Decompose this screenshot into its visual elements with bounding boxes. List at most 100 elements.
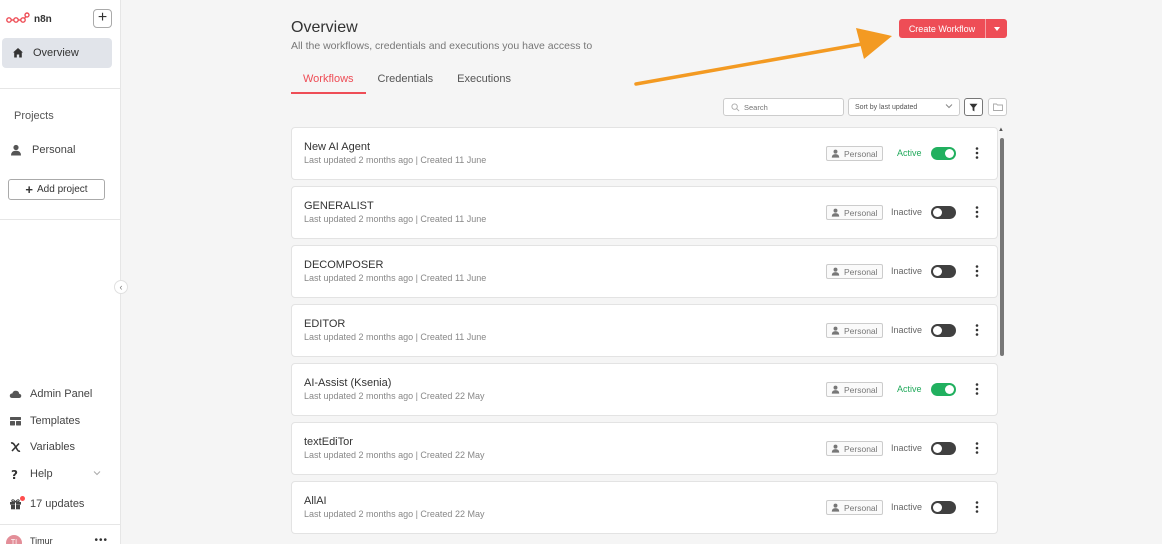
tab-credentials[interactable]: Credentials xyxy=(366,70,446,94)
user-icon xyxy=(831,385,840,394)
sidebar: n8n + Overview Projects Personal + Add p… xyxy=(0,0,128,544)
sidebar-item-templates[interactable]: Templates xyxy=(9,415,80,427)
workflow-card[interactable]: AI-Assist (Ksenia) Last updated 2 months… xyxy=(291,363,998,416)
workflow-card[interactable]: DECOMPOSER Last updated 2 months ago | C… xyxy=(291,245,998,298)
toggle-knob xyxy=(945,149,954,158)
sidebar-item-label: Overview xyxy=(33,47,79,59)
app-window: n8n + Overview Projects Personal + Add p… xyxy=(0,0,1162,544)
workflow-name[interactable]: GENERALIST xyxy=(304,200,374,212)
sidebar-item-admin-panel[interactable]: Admin Panel xyxy=(9,388,92,400)
active-toggle[interactable] xyxy=(931,324,956,337)
owner-badge: Personal xyxy=(826,441,883,456)
active-toggle[interactable] xyxy=(931,501,956,514)
sidebar-item-help[interactable]: ? Help xyxy=(9,468,53,480)
search-icon xyxy=(731,102,740,111)
workflow-list: New AI Agent Last updated 2 months ago |… xyxy=(291,127,998,540)
more-vertical-icon[interactable] xyxy=(974,323,980,337)
status-label: Inactive xyxy=(891,207,923,217)
workflow-name[interactable]: EDITOR xyxy=(304,318,345,330)
owner-badge: Personal xyxy=(826,264,883,279)
owner-label: Personal xyxy=(844,325,878,336)
workflow-name[interactable]: DECOMPOSER xyxy=(304,259,383,271)
owner-badge: Personal xyxy=(826,205,883,220)
active-toggle[interactable] xyxy=(931,383,956,396)
filter-button[interactable] xyxy=(964,98,983,116)
owner-label: Personal xyxy=(844,443,878,454)
sidebar-item-variables[interactable]: Variables xyxy=(9,441,75,453)
more-vertical-icon[interactable] xyxy=(974,382,980,396)
owner-badge: Personal xyxy=(826,382,883,397)
user-icon xyxy=(11,144,21,156)
status-label: Active xyxy=(897,384,922,394)
workflow-card[interactable]: AllAI Last updated 2 months ago | Create… xyxy=(291,481,998,534)
add-project-label: Add project xyxy=(37,184,88,195)
divider xyxy=(0,524,121,525)
tab-executions[interactable]: Executions xyxy=(445,70,523,94)
logo[interactable]: n8n + xyxy=(6,9,114,29)
workflow-name[interactable]: New AI Agent xyxy=(304,141,370,153)
search-field[interactable] xyxy=(723,98,844,116)
svg-text:?: ? xyxy=(11,468,18,480)
scrollbar-thumb[interactable] xyxy=(1000,138,1004,356)
sidebar-item-label: Templates xyxy=(30,415,81,427)
active-toggle[interactable] xyxy=(931,147,956,160)
active-toggle[interactable] xyxy=(931,265,956,278)
add-project-button[interactable]: + Add project xyxy=(8,179,105,200)
home-icon xyxy=(13,48,23,58)
filter-icon xyxy=(969,103,978,111)
plus-icon: + xyxy=(25,182,33,197)
create-workflow-button[interactable]: Create Workflow xyxy=(899,19,1007,38)
sort-select[interactable]: Sort by last updated xyxy=(848,98,960,116)
user-icon xyxy=(831,503,840,512)
status-label: Active xyxy=(897,148,922,158)
n8n-logo-icon xyxy=(6,12,30,23)
workflow-card[interactable]: textEdiTor Last updated 2 months ago | C… xyxy=(291,422,998,475)
workflow-name[interactable]: AI-Assist (Ksenia) xyxy=(304,377,391,389)
user-icon xyxy=(831,149,840,158)
more-vertical-icon[interactable] xyxy=(974,500,980,514)
sidebar-item-label: Variables xyxy=(30,441,76,453)
more-icon[interactable]: ••• xyxy=(94,535,108,544)
variables-icon xyxy=(10,442,21,452)
status-label: Inactive xyxy=(891,443,923,453)
sidebar-item-label: 17 updates xyxy=(30,498,85,510)
active-toggle[interactable] xyxy=(931,442,956,455)
chevron-down-icon xyxy=(93,471,101,476)
new-item-button[interactable]: + xyxy=(93,9,112,28)
page-subtitle: All the workflows, credentials and execu… xyxy=(291,40,593,52)
search-input[interactable] xyxy=(744,102,834,112)
toggle-knob xyxy=(933,326,942,335)
avatar: TI xyxy=(6,535,22,544)
more-vertical-icon[interactable] xyxy=(974,146,980,160)
help-icon: ? xyxy=(11,468,18,480)
workflow-meta: Last updated 2 months ago | Created 11 J… xyxy=(304,155,487,165)
workflow-card[interactable]: EDITOR Last updated 2 months ago | Creat… xyxy=(291,304,998,357)
toggle-knob xyxy=(933,444,942,453)
more-vertical-icon[interactable] xyxy=(974,264,980,278)
workflow-name[interactable]: textEdiTor xyxy=(304,436,353,448)
sidebar-item-label: Personal xyxy=(32,144,76,156)
sidebar-item-overview[interactable]: Overview xyxy=(2,38,112,68)
user-icon xyxy=(831,326,840,335)
sidebar-item-personal[interactable]: Personal xyxy=(10,144,75,156)
projects-heading: Projects xyxy=(14,110,54,122)
active-toggle[interactable] xyxy=(931,206,956,219)
toggle-knob xyxy=(933,503,942,512)
more-vertical-icon[interactable] xyxy=(974,441,980,455)
collapse-sidebar-button[interactable]: ‹ xyxy=(114,280,128,294)
templates-icon xyxy=(10,417,21,426)
sort-value: Sort by last updated xyxy=(855,103,918,111)
user-icon xyxy=(831,444,840,453)
chevron-down-icon xyxy=(993,26,1000,31)
more-vertical-icon[interactable] xyxy=(974,205,980,219)
create-workflow-label[interactable]: Create Workflow xyxy=(899,19,986,38)
status-label: Inactive xyxy=(891,502,923,512)
workflow-name[interactable]: AllAI xyxy=(304,495,327,507)
folder-button[interactable] xyxy=(988,98,1007,116)
create-options-button[interactable] xyxy=(986,19,1007,38)
workflow-card[interactable]: GENERALIST Last updated 2 months ago | C… xyxy=(291,186,998,239)
tab-workflows[interactable]: Workflows xyxy=(291,70,366,94)
user-menu[interactable]: TI Timur ••• xyxy=(6,533,114,544)
workflow-card[interactable]: New AI Agent Last updated 2 months ago |… xyxy=(291,127,998,180)
toggle-knob xyxy=(945,385,954,394)
